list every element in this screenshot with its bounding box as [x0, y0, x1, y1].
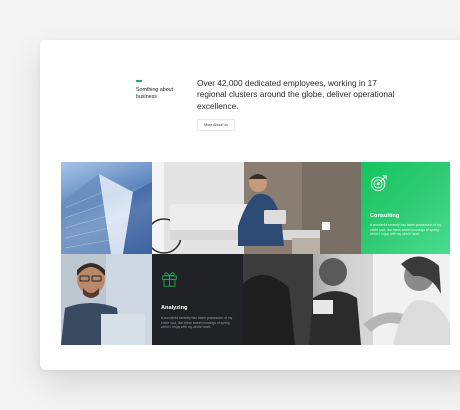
analyzing-card[interactable]: Analyzing A wonderful serenity has taken…: [152, 254, 243, 345]
target-icon: [370, 175, 387, 192]
accent-dash: [136, 80, 142, 82]
page: Somthing about business Over 42,000 dedi…: [0, 0, 460, 410]
man-illustration: [61, 254, 152, 345]
consulting-card[interactable]: Consulting A wonderful serenity has take…: [361, 162, 450, 254]
building-illustration: [61, 174, 152, 254]
businessman-photo: [152, 162, 361, 254]
man-glasses-photo: [61, 254, 152, 345]
meeting-illustration: [243, 254, 450, 345]
office-illustration: [152, 162, 361, 254]
consulting-description: A wonderful serenity has taken possessio…: [370, 223, 442, 237]
content-card: Somthing about business Over 42,000 dedi…: [40, 40, 460, 370]
consulting-title: Consulting: [370, 213, 400, 219]
analyzing-title: Analyzing: [161, 305, 188, 311]
section-label: Somthing about business: [136, 87, 174, 100]
meeting-photo: [243, 254, 450, 345]
gift-icon: [162, 272, 177, 287]
section-headline: Over 42,000 dedicated employees, working…: [197, 78, 395, 111]
building-photo: [61, 162, 152, 254]
more-about-us-button[interactable]: More About Us: [197, 119, 235, 131]
analyzing-description: A wonderful serenity has taken possessio…: [161, 316, 233, 330]
